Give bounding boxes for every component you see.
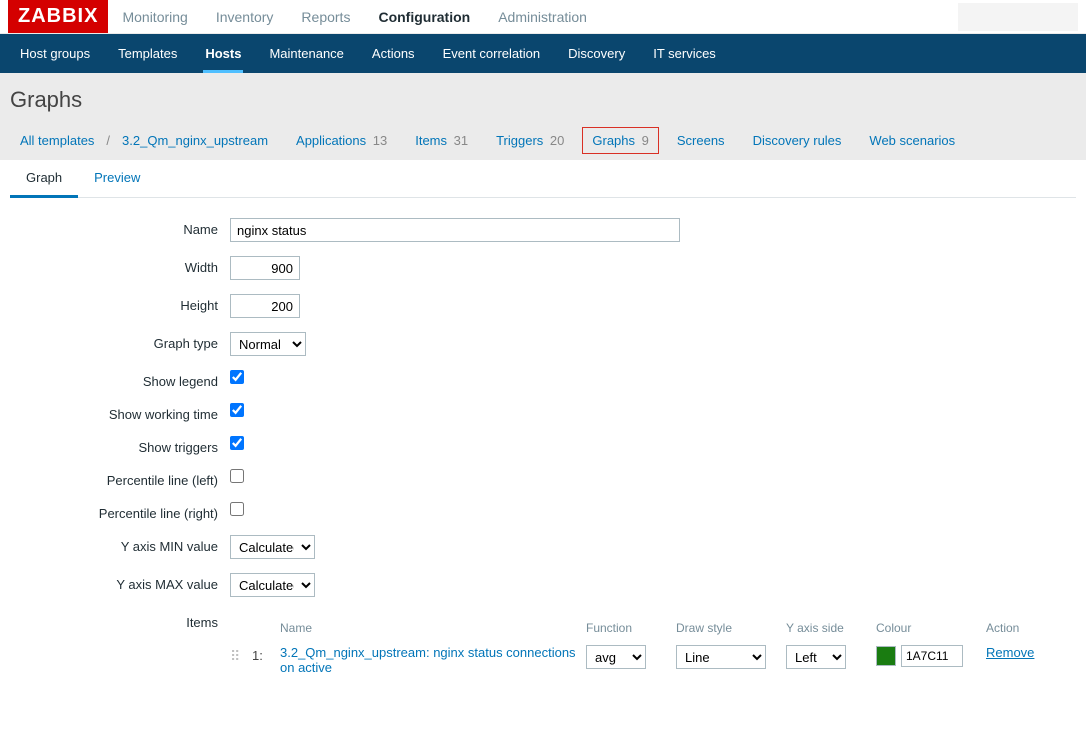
pctright-label: Percentile line (right)	[20, 502, 230, 521]
sub-nav: Host groupsTemplatesHostsMaintenanceActi…	[0, 34, 1086, 73]
name-label: Name	[20, 218, 230, 237]
pctleft-checkbox[interactable]	[230, 469, 244, 483]
items-table: Name Function Draw style Y axis side Col…	[230, 615, 1050, 679]
search-input[interactable]	[958, 3, 1078, 31]
item-link[interactable]: 3.2_Qm_nginx_upstream: nginx status conn…	[280, 645, 576, 675]
subnav-event-correlation[interactable]: Event correlation	[429, 34, 555, 73]
showtriggers-checkbox[interactable]	[230, 436, 244, 450]
bc-graphs[interactable]: Graphs 9	[582, 127, 658, 154]
name-input[interactable]	[230, 218, 680, 242]
page-title: Graphs	[10, 87, 1076, 113]
subnav-hosts[interactable]: Hosts	[191, 34, 255, 73]
showlegend-checkbox[interactable]	[230, 370, 244, 384]
ymax-label: Y axis MAX value	[20, 573, 230, 592]
ymin-select[interactable]: Calculated	[230, 535, 315, 559]
subnav-templates[interactable]: Templates	[104, 34, 191, 73]
bc-count: 13	[369, 133, 387, 148]
yaxis-select[interactable]: Left	[786, 645, 846, 669]
subnav-maintenance[interactable]: Maintenance	[255, 34, 357, 73]
height-label: Height	[20, 294, 230, 313]
page-header: Graphs All templates/3.2_Qm_nginx_upstre…	[0, 73, 1086, 160]
graph-form: Name Width Height Graph type Normal Show…	[10, 198, 1076, 713]
bc-sep: /	[104, 133, 112, 148]
top-nav: ZABBIX MonitoringInventoryReportsConfigu…	[0, 0, 1086, 34]
drawstyle-select[interactable]: Line	[676, 645, 766, 669]
logo[interactable]: ZABBIX	[8, 0, 108, 33]
content: GraphPreview Name Width Height Graph typ…	[0, 160, 1086, 733]
bc-web-scenarios[interactable]: Web scenarios	[859, 127, 965, 154]
bc-template[interactable]: 3.2_Qm_nginx_upstream	[112, 127, 278, 154]
graphtype-label: Graph type	[20, 332, 230, 351]
table-row: ⠿ 1: 3.2_Qm_nginx_upstream: nginx status…	[230, 641, 1050, 679]
breadcrumb: All templates/3.2_Qm_nginx_upstream Appli…	[10, 127, 1076, 154]
header-name: Name	[276, 621, 586, 635]
topnav-inventory[interactable]: Inventory	[202, 0, 288, 37]
topnav-monitoring[interactable]: Monitoring	[108, 0, 201, 37]
drag-handle-icon[interactable]: ⠿	[230, 645, 252, 665]
bc-screens[interactable]: Screens	[667, 127, 735, 154]
tab-graph[interactable]: Graph	[10, 160, 78, 198]
header-function: Function	[586, 621, 676, 635]
remove-link[interactable]: Remove	[986, 645, 1034, 660]
ymin-label: Y axis MIN value	[20, 535, 230, 554]
subnav-it-services[interactable]: IT services	[639, 34, 730, 73]
subnav-discovery[interactable]: Discovery	[554, 34, 639, 73]
bc-count: 9	[638, 133, 649, 148]
subnav-host-groups[interactable]: Host groups	[6, 34, 104, 73]
pctleft-label: Percentile line (left)	[20, 469, 230, 488]
height-input[interactable]	[230, 294, 300, 318]
header-drawstyle: Draw style	[676, 621, 786, 635]
header-yaxis: Y axis side	[786, 621, 876, 635]
header-colour: Colour	[876, 621, 986, 635]
tab-preview[interactable]: Preview	[78, 160, 156, 197]
colour-input[interactable]	[901, 645, 963, 667]
row-number: 1:	[252, 645, 276, 663]
showlegend-label: Show legend	[20, 370, 230, 389]
bc-all-templates[interactable]: All templates	[10, 127, 104, 154]
topnav-reports[interactable]: Reports	[287, 0, 364, 37]
items-label: Items	[20, 611, 230, 630]
topnav-configuration[interactable]: Configuration	[364, 0, 484, 37]
bc-discovery-rules[interactable]: Discovery rules	[743, 127, 852, 154]
pctright-checkbox[interactable]	[230, 502, 244, 516]
bc-items[interactable]: Items 31	[405, 127, 478, 154]
tabs: GraphPreview	[10, 160, 1076, 198]
width-input[interactable]	[230, 256, 300, 280]
graphtype-select[interactable]: Normal	[230, 332, 306, 356]
bc-triggers[interactable]: Triggers 20	[486, 127, 574, 154]
showtriggers-label: Show triggers	[20, 436, 230, 455]
width-label: Width	[20, 256, 230, 275]
topnav-administration[interactable]: Administration	[484, 0, 601, 37]
function-select[interactable]: avg	[586, 645, 646, 669]
header-action: Action	[986, 621, 1046, 635]
bc-count: 20	[546, 133, 564, 148]
bc-applications[interactable]: Applications 13	[286, 127, 397, 154]
showworking-checkbox[interactable]	[230, 403, 244, 417]
showworking-label: Show working time	[20, 403, 230, 422]
items-header: Name Function Draw style Y axis side Col…	[230, 615, 1050, 641]
colour-swatch[interactable]	[876, 646, 896, 666]
bc-count: 31	[450, 133, 468, 148]
ymax-select[interactable]: Calculated	[230, 573, 315, 597]
